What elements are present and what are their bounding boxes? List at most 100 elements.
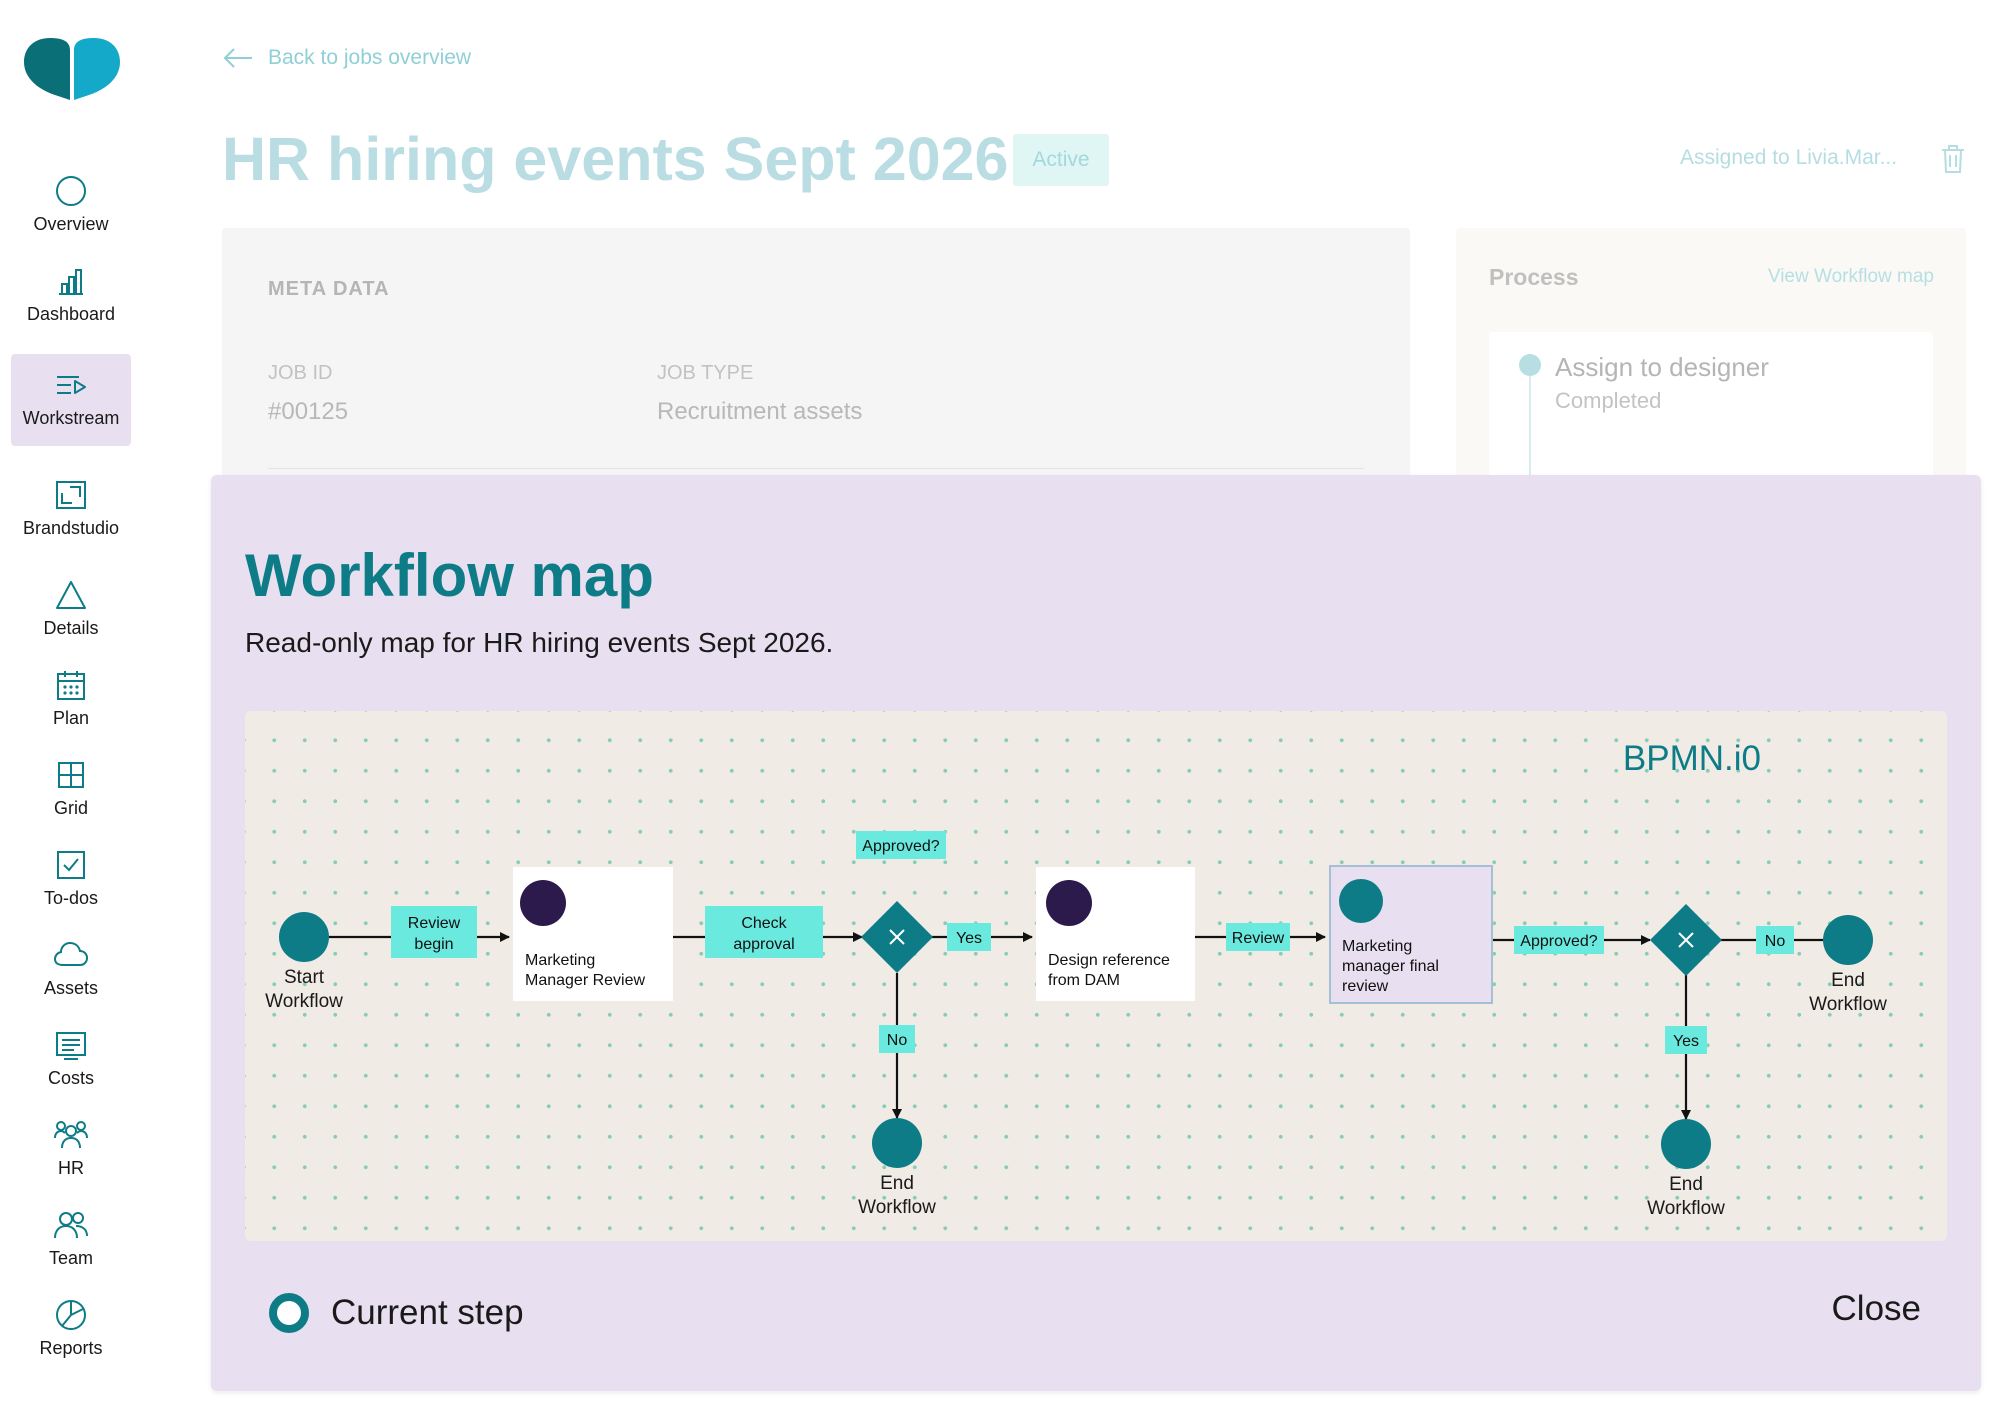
- start-event-label: Start: [284, 967, 325, 988]
- job-id-value: #00125: [268, 398, 349, 425]
- pie-chart-icon: [56, 1300, 86, 1330]
- task-marketing-manager-review[interactable]: Marketing Manager Review: [513, 867, 673, 1001]
- sidebar-item-label: Dashboard: [26, 304, 116, 324]
- gateway-approved-2[interactable]: [1650, 904, 1722, 976]
- sidebar-item-workstream[interactable]: Workstream: [11, 354, 131, 446]
- end-event-2[interactable]: End Workflow: [1647, 1119, 1725, 1219]
- sidebar-item-label: Grid: [53, 798, 88, 818]
- svg-text:Yes: Yes: [956, 930, 982, 947]
- sidebar-item-dashboard[interactable]: Dashboard: [11, 264, 131, 356]
- sidebar-item-brandstudio[interactable]: Brandstudio: [11, 478, 131, 570]
- flow-label-yes: Yes: [947, 923, 991, 951]
- task-label: review: [1342, 978, 1389, 995]
- sidebar-item-plan[interactable]: Plan: [11, 668, 131, 760]
- sidebar-item-label: Assets: [43, 978, 99, 998]
- svg-text:No: No: [887, 1032, 908, 1049]
- sidebar-item-reports[interactable]: Reports: [11, 1298, 131, 1390]
- sidebar-item-label: Reports: [39, 1338, 103, 1358]
- task-label: manager final: [1342, 958, 1439, 975]
- task-design-reference-from-dam[interactable]: Design reference from DAM: [1036, 867, 1195, 1001]
- job-type-value: Recruitment assets: [657, 398, 863, 425]
- task-label: Marketing: [525, 952, 595, 969]
- sidebar-item-team[interactable]: Team: [11, 1208, 131, 1300]
- gateway-label: Approved?: [862, 838, 939, 855]
- job-id-label: JOB ID: [268, 362, 333, 384]
- step-name: Assign to designer: [1555, 352, 1769, 382]
- sidebar-item-label: Team: [48, 1248, 93, 1268]
- modal-subtitle: Read-only map for HR hiring events Sept …: [245, 627, 834, 658]
- sidebar-item-overview[interactable]: Overview: [11, 174, 131, 266]
- checkbox-icon: [57, 851, 85, 879]
- start-event[interactable]: Start Workflow: [265, 912, 343, 1012]
- sidebar-item-costs[interactable]: Costs: [11, 1028, 131, 1120]
- brand-logo[interactable]: [24, 38, 120, 102]
- page-title: HR hiring events Sept 2026: [222, 125, 1009, 193]
- sidebar-item-label: Brandstudio: [22, 518, 120, 538]
- frame-icon: [56, 481, 86, 509]
- task-marketing-manager-final-review[interactable]: Marketing manager final review: [1329, 865, 1493, 1004]
- meta-heading: META DATA: [268, 278, 390, 300]
- bpmn-watermark: BPMN.i0: [1623, 739, 1761, 778]
- end-event-label: End: [880, 1173, 914, 1194]
- cloud-icon: [54, 941, 88, 966]
- meta-data-card: META DATA JOB ID #00125 JOB TYPE Recruit…: [222, 228, 1410, 488]
- flow-label-check-approval: Check approval: [705, 906, 823, 958]
- assignee-label[interactable]: Assigned to Livia.Mar...: [1680, 146, 1897, 170]
- current-step-icon: [269, 1293, 309, 1333]
- end-event-1[interactable]: End Workflow: [858, 1118, 936, 1218]
- trash-icon[interactable]: [1940, 144, 1966, 174]
- modal-title: Workflow map: [245, 542, 654, 609]
- legend: Current step: [269, 1293, 524, 1333]
- end-event-label: Workflow: [1647, 1198, 1725, 1219]
- sidebar-item-assets[interactable]: Assets: [11, 938, 131, 1030]
- svg-text:Review: Review: [1232, 930, 1285, 947]
- task-avatar: [520, 880, 566, 926]
- start-event-label: Workflow: [265, 991, 343, 1012]
- sidebar: Overview Dashboard Workstream Brandstudi…: [0, 0, 142, 1420]
- task-avatar: [1046, 880, 1092, 926]
- grid-icon: [58, 762, 84, 788]
- task-label: Design reference: [1048, 952, 1170, 969]
- process-title: Process: [1489, 264, 1579, 290]
- people-icon: [54, 1121, 88, 1149]
- sidebar-item-todos[interactable]: To-dos: [11, 848, 131, 940]
- sidebar-item-grid[interactable]: Grid: [11, 758, 131, 850]
- gateway-approved-1[interactable]: Approved?: [856, 831, 946, 973]
- flow-label-review-begin: Review begin: [391, 906, 477, 958]
- team-icon: [54, 1212, 88, 1239]
- circle-icon: [56, 176, 86, 206]
- back-link[interactable]: Back to jobs overview: [222, 46, 471, 70]
- triangle-icon: [56, 581, 86, 609]
- sidebar-item-label: Workstream: [22, 408, 120, 428]
- flow-label-no: No: [1756, 926, 1794, 954]
- job-type-label: JOB TYPE: [657, 362, 754, 384]
- end-event-label: Workflow: [1809, 994, 1887, 1015]
- svg-text:Check: Check: [741, 915, 787, 932]
- current-step-marker: [1339, 879, 1383, 923]
- arrow-left-icon: [223, 48, 252, 68]
- sidebar-item-details[interactable]: Details: [11, 578, 131, 670]
- bpmn-diagram: BPMN.i0 Start Workflow Review begin Mark…: [265, 739, 1887, 1219]
- end-event-3[interactable]: End Workflow: [1809, 915, 1887, 1015]
- sidebar-item-hr[interactable]: HR: [11, 1118, 131, 1210]
- flow-label-approved-2: Approved?: [1514, 926, 1604, 954]
- svg-text:approval: approval: [733, 936, 794, 953]
- sidebar-item-label: Plan: [52, 708, 90, 728]
- sidebar-item-label: HR: [58, 1158, 84, 1178]
- close-button[interactable]: Close: [1832, 1283, 1921, 1335]
- end-event-label: End: [1831, 970, 1865, 991]
- flow-label-review: Review: [1226, 923, 1290, 951]
- task-label: Manager Review: [525, 972, 646, 989]
- sidebar-item-label: Overview: [33, 214, 109, 234]
- step-status: Completed: [1555, 388, 1662, 413]
- end-event-label: End: [1669, 1174, 1703, 1195]
- list-play-icon: [57, 376, 86, 394]
- sidebar-item-label: Costs: [47, 1068, 94, 1088]
- back-link-label: Back to jobs overview: [268, 46, 472, 69]
- workflow-map-modal: Workflow map Read-only map for HR hiring…: [211, 475, 1981, 1391]
- bar-chart-icon: [59, 269, 83, 295]
- view-workflow-map-link[interactable]: View Workflow map: [1768, 266, 1934, 288]
- svg-text:begin: begin: [414, 936, 453, 953]
- bpmn-canvas[interactable]: BPMN.i0 Start Workflow Review begin Mark…: [245, 711, 1947, 1241]
- task-label: from DAM: [1048, 972, 1120, 989]
